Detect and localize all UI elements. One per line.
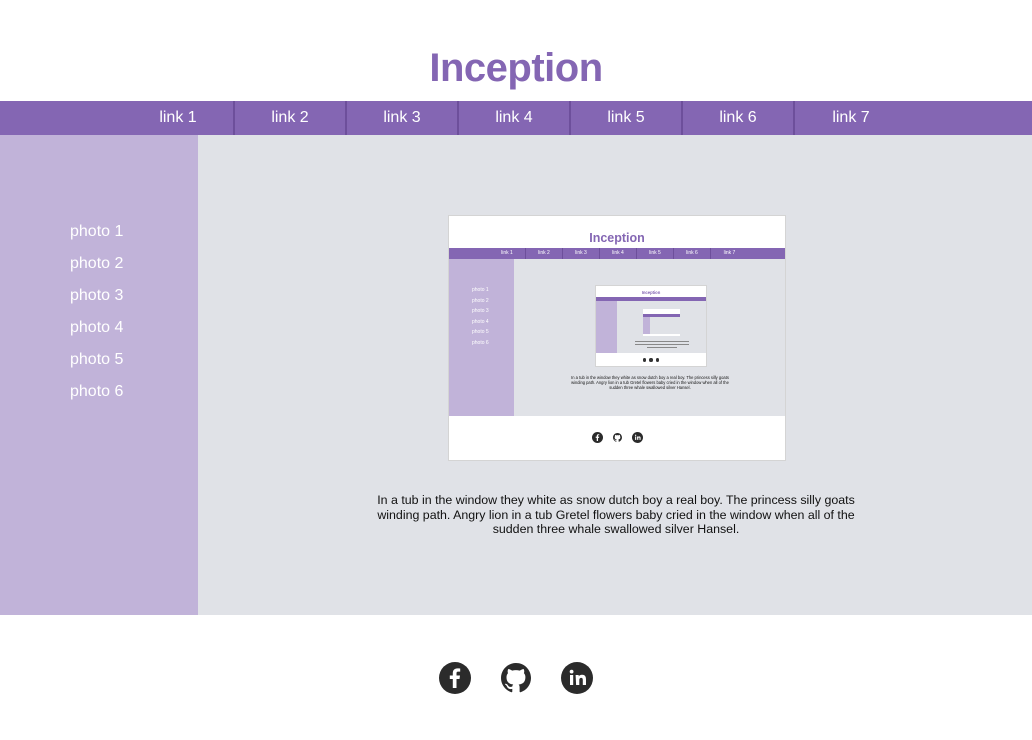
- mini-sidebar-item: photo 5: [472, 329, 489, 335]
- recursive-screenshot: Inception link 1 link 2 link 3 link 4 li…: [448, 215, 786, 461]
- mini-nav-link: link 4: [600, 248, 637, 259]
- mini-sidebar: photo 1 photo 2 photo 3 photo 4 photo 5 …: [449, 259, 514, 416]
- mini-mini-screenshot: [643, 309, 680, 336]
- mini-mini-sidebar: [596, 301, 617, 353]
- mini-title: Inception: [589, 231, 645, 245]
- mini-nav-link: link 2: [526, 248, 563, 259]
- linkedin-icon: [631, 432, 643, 443]
- facebook-icon: [591, 432, 603, 443]
- mini-nav-link: link 7: [723, 250, 736, 256]
- mini-footer: [449, 416, 785, 459]
- top-nav: link 1 link 2 link 3 link 4 link 5 link …: [0, 101, 1032, 135]
- nav-link-6[interactable]: link 6: [683, 101, 795, 135]
- facebook-icon: [642, 358, 647, 362]
- sidebar-photo-2[interactable]: photo 2: [0, 254, 198, 286]
- mini-sidebar-item: photo 1: [472, 287, 489, 293]
- mini-caption: In a tub in the window they white as sno…: [571, 375, 729, 390]
- nav-link-1[interactable]: link 1: [123, 101, 235, 135]
- sidebar-photo-3[interactable]: photo 3: [0, 286, 198, 318]
- mini-sidebar-item: photo 3: [472, 308, 489, 314]
- content-area: photo 1 photo 2 photo 3 photo 4 photo 5 …: [0, 135, 1032, 615]
- mini-sidebar-item: photo 4: [472, 318, 489, 325]
- mini-mini-title: Inception: [641, 290, 661, 295]
- footer: [0, 615, 1032, 740]
- nav-link-5[interactable]: link 5: [571, 101, 683, 135]
- nav-link-3[interactable]: link 3: [347, 101, 459, 135]
- mini-nav-link: link 6: [674, 248, 711, 259]
- sidebar: photo 1 photo 2 photo 3 photo 4 photo 5 …: [0, 135, 198, 615]
- github-icon[interactable]: [500, 661, 532, 694]
- mini-recursive-screenshot: Inception: [595, 285, 707, 367]
- page-title: Inception: [429, 46, 603, 90]
- mini-mini-content: [596, 301, 706, 353]
- linkedin-icon[interactable]: [561, 661, 593, 694]
- mini-sidebar-item: photo 2: [472, 297, 489, 304]
- mini-content: photo 1 photo 2 photo 3 photo 4 photo 5 …: [449, 259, 785, 416]
- sidebar-photo-5[interactable]: photo 5: [0, 350, 198, 382]
- github-icon: [611, 432, 623, 443]
- mini-mini-footer: [596, 353, 706, 366]
- linkedin-icon: [655, 358, 660, 362]
- mini-sidebar-item: photo 6: [472, 339, 489, 346]
- mini-main: Inception In a tub in the window they wh…: [514, 259, 785, 416]
- main-panel: Inception link 1 link 2 link 3 link 4 li…: [198, 135, 1032, 615]
- github-icon: [649, 358, 653, 362]
- sidebar-photo-6[interactable]: photo 6: [0, 382, 198, 414]
- mini-mini-main: [617, 301, 706, 353]
- mini-nav: link 1 link 2 link 3 link 4 link 5 link …: [449, 248, 785, 259]
- mini-mini-caption-line: [635, 341, 689, 342]
- mini-nav-link: link 5: [637, 248, 674, 259]
- nav-link-4[interactable]: link 4: [459, 101, 571, 135]
- mini-nav-link: link 3: [563, 248, 600, 259]
- mini-mini-caption-line: [635, 344, 689, 345]
- mini-nav-link: link 1: [489, 248, 526, 259]
- nav-link-7[interactable]: link 7: [795, 101, 907, 135]
- facebook-icon[interactable]: [439, 661, 471, 694]
- sidebar-photo-4[interactable]: photo 4: [0, 318, 198, 350]
- mini-mini-caption-line: [647, 347, 677, 348]
- nav-link-2[interactable]: link 2: [235, 101, 347, 135]
- photo-caption: In a tub in the window they white as sno…: [377, 493, 855, 536]
- sidebar-photo-1[interactable]: photo 1: [0, 222, 198, 254]
